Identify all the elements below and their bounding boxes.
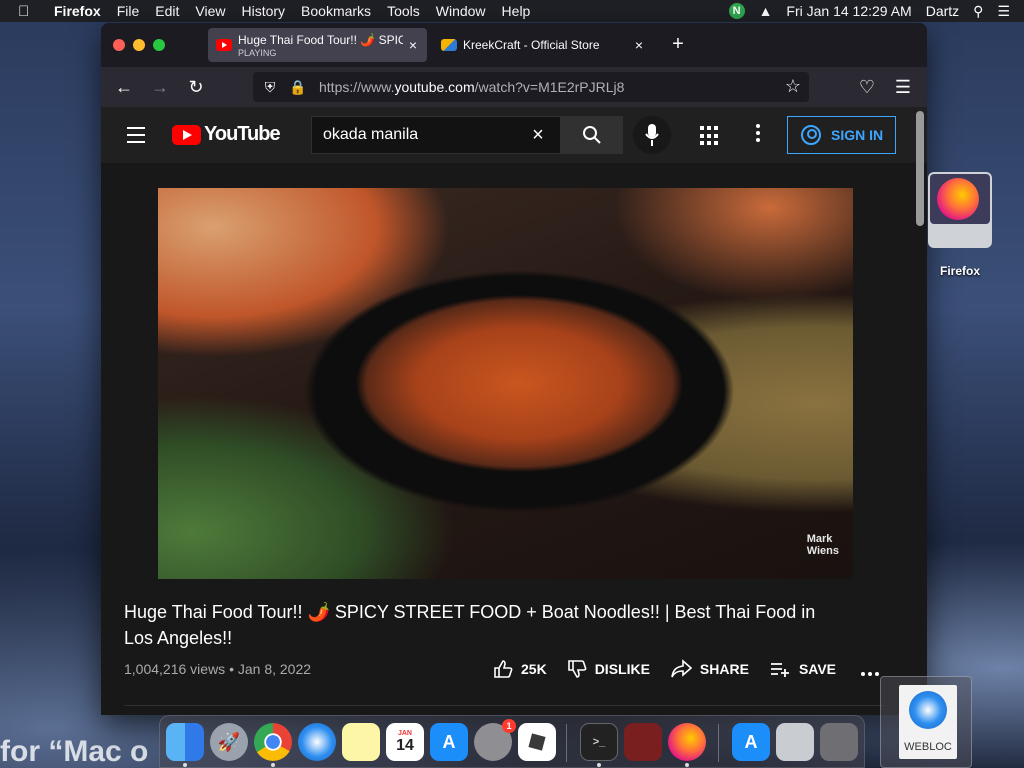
status-n-icon[interactable]: N [728,3,745,19]
video-player[interactable]: Mark Wiens [158,188,853,579]
menu-view[interactable]: View [195,3,225,19]
tab-title: Huge Thai Food Tour!! 🌶️ SPICY [238,32,403,47]
photo-booth-icon[interactable] [624,723,662,761]
video-actions: 25K DISLIKE SHARE SAVE [493,659,856,679]
notification-badge: 1 [502,719,516,733]
tab-kreekcraft-store[interactable]: KreekCraft - Official Store × [433,28,653,62]
notes-icon[interactable] [342,723,380,761]
youtube-play-icon [172,124,201,145]
dislike-button[interactable]: DISLIKE [567,659,650,679]
address-bar[interactable]: ⛨ 🔒 https://www.youtube.com/watch?v=M1E2… [253,72,809,102]
menubar-clock[interactable]: Fri Jan 14 12:29 AM [786,3,911,19]
finder-icon[interactable] [166,723,204,761]
menu-help[interactable]: Help [502,3,531,19]
menu-bookmarks[interactable]: Bookmarks [301,3,371,19]
settings-kebab-icon[interactable] [756,124,762,145]
youtube-page: YouTube × SIGN IN Mark [101,107,927,715]
search-button[interactable] [561,116,623,154]
firefox-window: Huge Thai Food Tour!! 🌶️ SPICY PLAYING ×… [101,23,927,715]
search-input[interactable] [323,126,523,144]
app-store-folder-icon[interactable]: A [732,723,770,761]
menu-history[interactable]: History [241,3,285,19]
menu-bar:  Firefox File Edit View History Bookmar… [0,0,1024,22]
youtube-logo[interactable]: YouTube [172,123,281,146]
bookmark-star-icon[interactable]: ☆ [785,76,801,97]
desktop-partial-text: for “Mac o [0,735,149,768]
video-watermark: Mark Wiens [806,533,839,557]
chrome-icon[interactable] [254,723,292,761]
guide-menu-icon[interactable] [127,127,145,148]
playlist-add-icon [770,663,789,677]
clear-search-icon[interactable]: × [523,124,553,147]
apple-menu-icon[interactable]:  [18,3,40,20]
search-icon [583,126,601,144]
menu-window[interactable]: Window [436,3,486,19]
url-text[interactable]: https://www.youtube.com/watch?v=M1E2rPJR… [319,79,624,95]
spotlight-search-icon[interactable]: ⚲ [973,3,983,20]
safari-compass-icon [909,691,947,729]
thumbs-up-icon [494,660,513,678]
system-preferences-icon[interactable]: 1 [474,719,516,761]
app-menu-icon[interactable]: ☰ [891,75,915,99]
forward-arrow-icon[interactable]: → [148,75,172,99]
close-window-button[interactable] [113,39,125,51]
desktop-firefox-icon[interactable]: Firefox [928,172,992,278]
account-icon [801,125,821,145]
sign-in-button[interactable]: SIGN IN [787,116,896,154]
navigation-toolbar: ← → ↻ ⛨ 🔒 https://www.youtube.com/watch?… [101,67,927,107]
firefox-icon[interactable] [668,723,706,761]
divider [124,705,884,706]
share-icon [671,659,692,678]
search-box[interactable]: × [311,116,561,154]
fullscreen-window-button[interactable] [153,39,165,51]
video-title: Huge Thai Food Tour!! 🌶️ SPICY STREET FO… [124,602,816,648]
kreekcraft-favicon-icon [441,39,457,51]
safari-icon[interactable] [298,723,336,761]
tab-playing-label: PLAYING [238,47,277,58]
window-controls [113,39,165,51]
dock: 🚀 JAN 14 A 1 >_ A [159,715,865,768]
firefox-disk-icon [928,172,992,248]
tab-bar: Huge Thai Food Tour!! 🌶️ SPICY PLAYING ×… [101,23,927,67]
youtube-header: YouTube × SIGN IN [101,107,927,163]
trash-icon[interactable] [820,723,858,761]
save-button[interactable]: SAVE [769,659,836,679]
downloads-folder-icon[interactable] [776,723,814,761]
launchpad-icon[interactable]: 🚀 [210,723,248,761]
voice-search-button[interactable] [633,116,671,154]
lock-icon[interactable]: 🔒 [287,79,309,96]
youtube-favicon-icon [216,39,232,51]
minimize-window-button[interactable] [133,39,145,51]
menu-app-firefox[interactable]: Firefox [54,3,101,19]
tab-title: KreekCraft - Official Store [463,38,600,52]
roblox-icon[interactable] [518,723,556,761]
thumbs-down-icon [567,660,587,678]
control-center-icon[interactable]: ☰ [997,3,1010,20]
microphone-icon [645,124,659,146]
webloc-file-icon[interactable]: WEBLOC [880,676,972,768]
video-meta: 1,004,216 views • Jan 8, 2022 [124,661,312,677]
app-store-icon[interactable]: A [430,723,468,761]
tab-close-icon[interactable]: × [403,37,423,53]
like-button[interactable]: 25K [493,659,547,679]
menu-edit[interactable]: Edit [155,3,179,19]
share-button[interactable]: SHARE [670,659,749,679]
back-arrow-icon[interactable]: ← [112,75,136,99]
tab-youtube-video[interactable]: Huge Thai Food Tour!! 🌶️ SPICY PLAYING × [208,28,427,62]
more-actions-icon[interactable] [861,672,879,676]
wifi-icon[interactable]: ▲ [759,3,773,19]
page-scrollbar[interactable] [916,107,924,227]
tab-close-icon[interactable]: × [629,37,649,53]
reload-icon[interactable]: ↻ [184,75,208,99]
menu-file[interactable]: File [117,3,140,19]
tracking-shield-icon[interactable]: ⛨ [259,79,281,96]
menubar-user[interactable]: Dartz [926,3,959,19]
calendar-icon[interactable]: JAN 14 [386,723,424,761]
terminal-icon[interactable]: >_ [580,723,618,761]
menu-tools[interactable]: Tools [387,3,420,19]
new-tab-button[interactable]: + [667,33,689,56]
apps-grid-icon[interactable] [700,126,720,146]
pocket-icon[interactable]: ♡ [855,75,879,99]
